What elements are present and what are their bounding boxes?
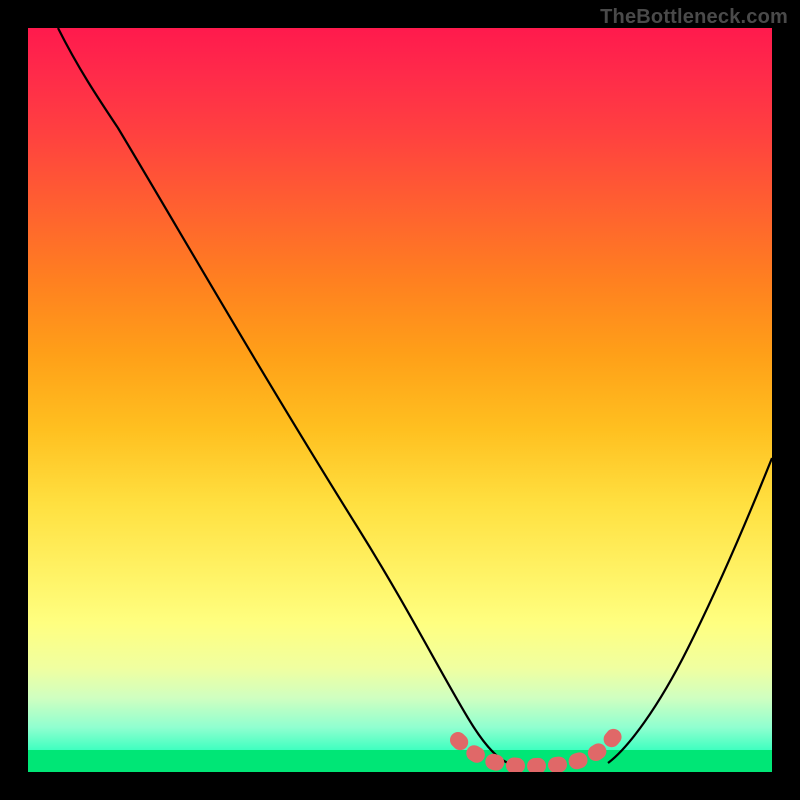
chart-frame: TheBottleneck.com [0,0,800,800]
watermark-text: TheBottleneck.com [600,6,788,29]
plot-area [28,28,772,772]
left-curve [58,28,508,763]
highlight-dots [458,728,620,766]
right-curve [608,458,772,763]
curve-layer [28,28,772,772]
